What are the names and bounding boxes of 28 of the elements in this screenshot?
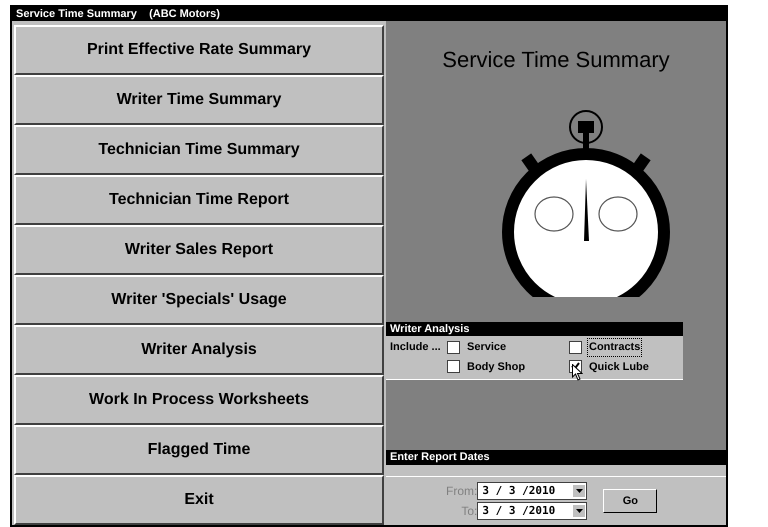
checkbox[interactable] — [569, 340, 582, 354]
checkbox-label: Contracts — [588, 339, 642, 356]
panel-title: Writer Analysis — [386, 322, 683, 336]
checkbox[interactable] — [447, 340, 460, 354]
menu-button[interactable]: Flagged Time — [14, 425, 384, 475]
checkbox-label: Body Shop — [466, 360, 526, 374]
checkbox-label: Service — [466, 340, 508, 355]
menu-button[interactable]: Exit — [14, 475, 384, 525]
stopwatch-icon — [500, 107, 672, 297]
panel-title: Enter Report Dates — [386, 450, 726, 465]
menu-button[interactable]: Print Effective Rate Summary — [14, 25, 384, 75]
to-label: To: — [460, 503, 478, 520]
go-button[interactable]: Go — [603, 489, 658, 513]
to-date-field[interactable]: 3 / 3 /2010 — [477, 502, 588, 520]
menu-button[interactable]: Writer Sales Report — [14, 225, 384, 275]
panel-heading: Service Time Summary — [441, 46, 671, 74]
menu-button[interactable]: Technician Time Summary — [14, 125, 384, 175]
menu-button[interactable]: Writer Time Summary — [14, 75, 384, 125]
checkbox[interactable] — [447, 360, 460, 374]
include-label: Include ... — [390, 340, 442, 355]
menu-button[interactable]: Technician Time Report — [14, 175, 384, 225]
window-title: Service Time Summary (ABC Motors) — [16, 8, 220, 20]
from-label: From: — [446, 483, 478, 500]
checkbox-label: Quick Lube — [588, 360, 650, 374]
from-date-field[interactable]: 3 / 3 /2010 — [477, 482, 588, 500]
menu-button[interactable]: Writer 'Specials' Usage — [14, 275, 384, 325]
menu-button[interactable]: Writer Analysis — [14, 325, 384, 375]
menu-button[interactable]: Work In Process Worksheets — [14, 375, 384, 425]
